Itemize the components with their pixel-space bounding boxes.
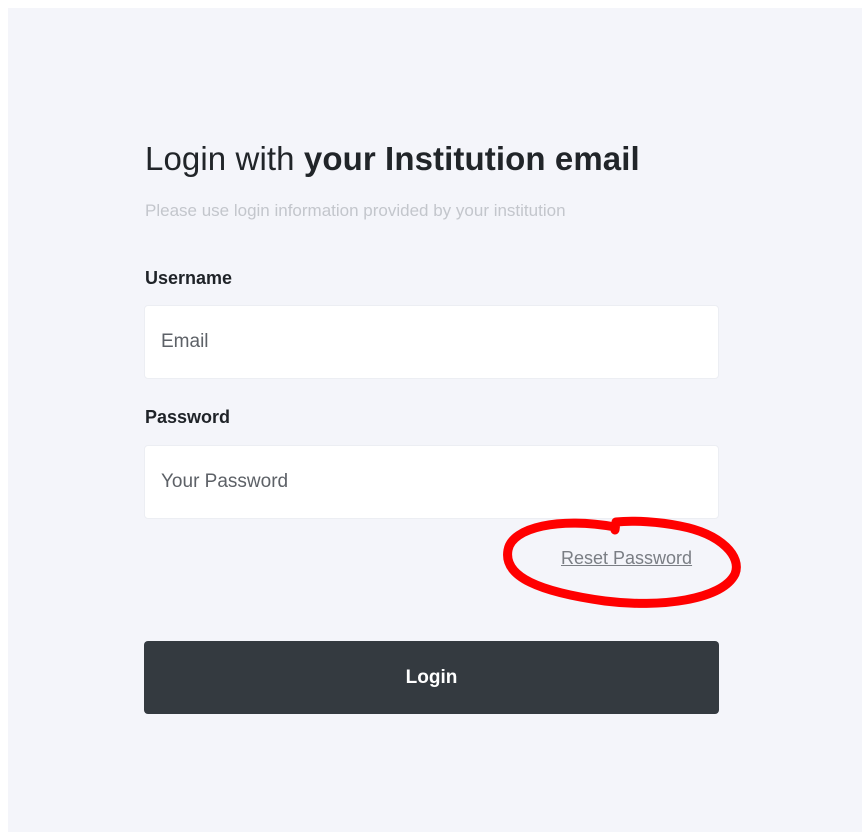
- password-label: Password: [145, 407, 231, 427]
- page-subtitle: Please use login information provided by…: [145, 201, 566, 220]
- title-bold-text: your Institution email: [303, 140, 640, 177]
- password-input[interactable]: [144, 445, 719, 519]
- title-regular-text: Login with: [145, 140, 304, 177]
- username-input[interactable]: [144, 305, 719, 379]
- login-button[interactable]: Login: [144, 641, 719, 714]
- username-label: Username: [145, 268, 233, 288]
- reset-password-link[interactable]: Reset Password: [561, 548, 692, 569]
- page-title: Login with your Institution email: [145, 140, 640, 178]
